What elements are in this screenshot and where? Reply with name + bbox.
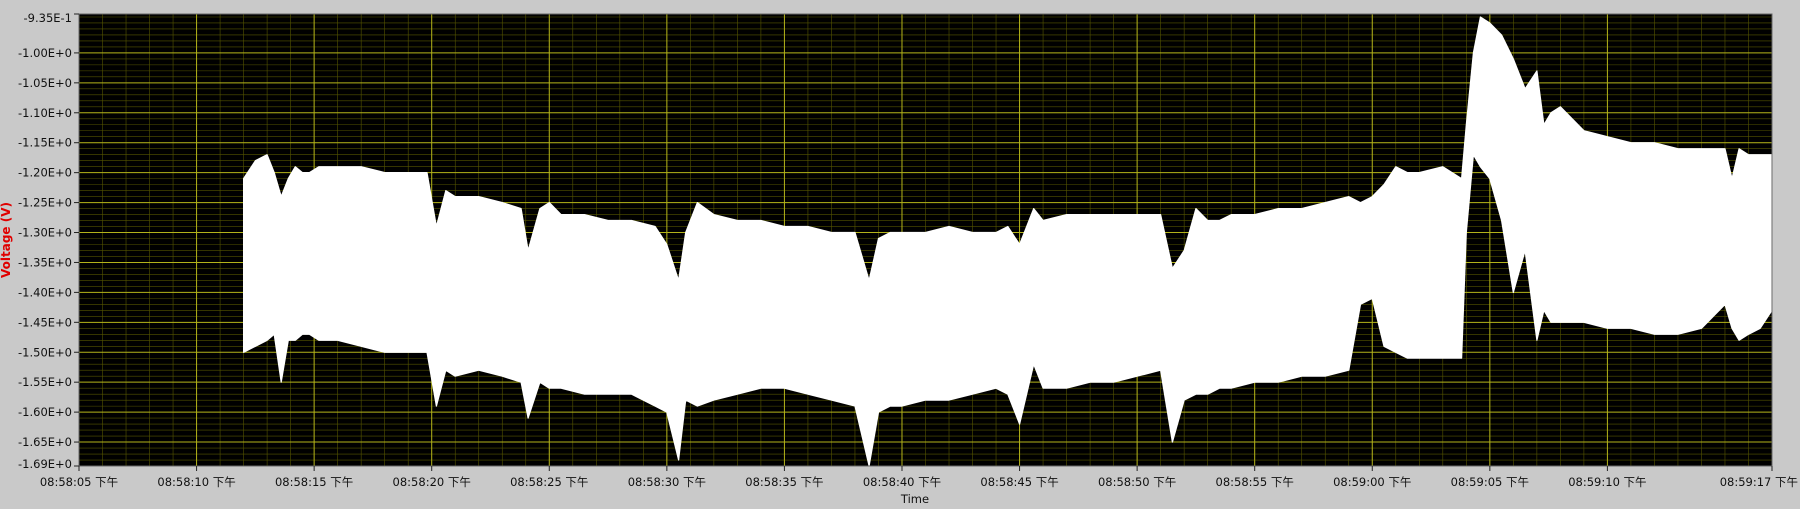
y-tick-label: -1.55E+0 <box>18 375 72 389</box>
y-tick-label: -1.10E+0 <box>18 106 72 120</box>
x-tick-label: 08:58:25 下午 <box>510 475 588 489</box>
x-tick-label: 08:58:30 下午 <box>628 475 706 489</box>
y-tick-label: -1.20E+0 <box>18 166 72 180</box>
x-tick-label: 08:58:40 下午 <box>863 475 941 489</box>
y-tick-label: -1.69E+0 <box>18 457 72 471</box>
y-tick-label: -1.15E+0 <box>18 136 72 150</box>
y-tick-label: -1.40E+0 <box>18 285 72 299</box>
voltage-chart: -9.35E-1 -1.00E+0 -1.05E+0 -1.10E+0 -1.15E+0… <box>0 0 1800 506</box>
y-tick-label: -1.45E+0 <box>18 315 72 329</box>
x-tick-label: 08:59:00 下午 <box>1333 475 1411 489</box>
x-tick-label: 08:59:10 下午 <box>1568 475 1646 489</box>
y-tick-label: -9.35E-1 <box>24 11 73 25</box>
y-tick-label: -1.65E+0 <box>18 435 72 449</box>
x-tick-label: 08:58:45 下午 <box>980 475 1058 489</box>
x-tick-label: 08:58:55 下午 <box>1216 475 1294 489</box>
y-tick-label: -1.35E+0 <box>18 255 72 269</box>
y-tick-label: -1.25E+0 <box>18 196 72 210</box>
x-tick-label: 08:58:10 下午 <box>157 475 235 489</box>
x-tick-label: 08:59:17 下午 <box>1720 475 1798 489</box>
y-axis-label: Voltage (V) <box>0 202 13 278</box>
y-tick-label: -1.00E+0 <box>18 46 72 60</box>
chart-svg: -9.35E-1 -1.00E+0 -1.05E+0 -1.10E+0 -1.15E+0… <box>0 0 1800 506</box>
x-tick-label: 08:58:05 下午 <box>40 475 118 489</box>
x-tick-label: 08:58:15 下午 <box>275 475 353 489</box>
x-tick-label: 08:58:35 下午 <box>745 475 823 489</box>
y-tick-label: -1.60E+0 <box>18 405 72 419</box>
y-tick-label: -1.05E+0 <box>18 76 72 90</box>
y-tick-label: -1.50E+0 <box>18 345 72 359</box>
x-tick-label: 08:58:20 下午 <box>393 475 471 489</box>
x-tick-label: 08:59:05 下午 <box>1451 475 1529 489</box>
x-axis-label: Time <box>900 492 929 504</box>
y-tick-label: -1.30E+0 <box>18 226 72 240</box>
x-tick-label: 08:58:50 下午 <box>1098 475 1176 489</box>
